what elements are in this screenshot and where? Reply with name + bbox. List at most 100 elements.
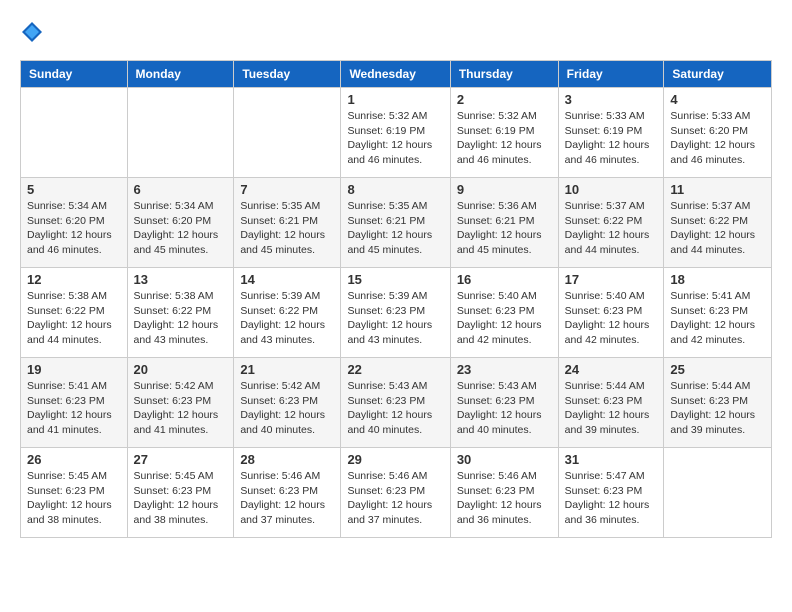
day-info: Sunrise: 5:44 AM Sunset: 6:23 PM Dayligh… <box>670 379 765 438</box>
day-info: Sunrise: 5:36 AM Sunset: 6:21 PM Dayligh… <box>457 199 552 258</box>
calendar-table: SundayMondayTuesdayWednesdayThursdayFrid… <box>20 60 772 538</box>
calendar-cell: 28Sunrise: 5:46 AM Sunset: 6:23 PM Dayli… <box>234 448 341 538</box>
day-info: Sunrise: 5:34 AM Sunset: 6:20 PM Dayligh… <box>27 199 121 258</box>
day-info: Sunrise: 5:34 AM Sunset: 6:20 PM Dayligh… <box>134 199 228 258</box>
day-info: Sunrise: 5:37 AM Sunset: 6:22 PM Dayligh… <box>565 199 658 258</box>
calendar-cell: 18 Sunrise: 5:41 AM Sunset: 6:23 PM Dayli… <box>664 268 772 358</box>
day-info: Sunrise: 5:42 AM Sunset: 6:23 PM Dayligh… <box>134 379 228 438</box>
day-info: Sunrise: 5:43 AM Sunset: 6:23 PM Dayligh… <box>457 379 552 438</box>
calendar-cell: 22 Sunrise: 5:43 AM Sunset: 6:23 PM Dayli… <box>341 358 450 448</box>
day-info: Sunrise: 5:47 AM Sunset: 6:23 PM Dayligh… <box>565 469 658 528</box>
calendar-week-4: 19 Sunrise: 5:41 AM Sunset: 6:23 PM Dayli… <box>21 358 772 448</box>
day-number: 22 <box>347 362 443 377</box>
day-info: Sunrise: 5:33 AM Sunset: 6:19 PM Dayligh… <box>565 109 658 168</box>
day-info: Sunrise: 5:33 AM Sunset: 6:20 PM Dayligh… <box>670 109 765 168</box>
day-number: 4 <box>670 92 765 107</box>
calendar-cell: 6Sunrise: 5:34 AM Sunset: 6:20 PM Daylig… <box>127 178 234 268</box>
day-info: Sunrise: 5:32 AM Sunset: 6:19 PM Dayligh… <box>457 109 552 168</box>
day-info: Sunrise: 5:39 AM Sunset: 6:23 PM Dayligh… <box>347 289 443 348</box>
calendar-cell: 17 Sunrise: 5:40 AM Sunset: 6:23 PM Dayli… <box>558 268 664 358</box>
calendar-cell <box>21 88 128 178</box>
calendar-cell: 25 Sunrise: 5:44 AM Sunset: 6:23 PM Dayli… <box>664 358 772 448</box>
day-number: 30 <box>457 452 552 467</box>
day-info: Sunrise: 5:45 AM Sunset: 6:23 PM Dayligh… <box>27 469 121 528</box>
calendar-cell: 2Sunrise: 5:32 AM Sunset: 6:19 PM Daylig… <box>450 88 558 178</box>
calendar-cell: 11Sunrise: 5:37 AM Sunset: 6:22 PM Dayli… <box>664 178 772 268</box>
day-number: 20 <box>134 362 228 377</box>
day-number: 5 <box>27 182 121 197</box>
day-number: 8 <box>347 182 443 197</box>
day-info: Sunrise: 5:32 AM Sunset: 6:19 PM Dayligh… <box>347 109 443 168</box>
day-number: 13 <box>134 272 228 287</box>
day-number: 1 <box>347 92 443 107</box>
day-number: 27 <box>134 452 228 467</box>
calendar-cell: 7 Sunrise: 5:35 AM Sunset: 6:21 PM Daylig… <box>234 178 341 268</box>
day-number: 25 <box>670 362 765 377</box>
calendar-cell: 15 Sunrise: 5:39 AM Sunset: 6:23 PM Dayli… <box>341 268 450 358</box>
day-info: Sunrise: 5:46 AM Sunset: 6:23 PM Dayligh… <box>240 469 334 528</box>
day-number: 19 <box>27 362 121 377</box>
day-info: Sunrise: 5:35 AM Sunset: 6:21 PM Dayligh… <box>347 199 443 258</box>
day-number: 10 <box>565 182 658 197</box>
day-info: Sunrise: 5:41 AM Sunset: 6:23 PM Dayligh… <box>27 379 121 438</box>
day-number: 9 <box>457 182 552 197</box>
weekday-header-saturday: Saturday <box>664 61 772 88</box>
weekday-header-friday: Friday <box>558 61 664 88</box>
day-number: 3 <box>565 92 658 107</box>
weekday-header-tuesday: Tuesday <box>234 61 341 88</box>
day-number: 31 <box>565 452 658 467</box>
day-number: 12 <box>27 272 121 287</box>
day-info: Sunrise: 5:43 AM Sunset: 6:23 PM Dayligh… <box>347 379 443 438</box>
calendar-cell: 12Sunrise: 5:38 AM Sunset: 6:22 PM Dayli… <box>21 268 128 358</box>
calendar-cell: 13 Sunrise: 5:38 AM Sunset: 6:22 PM Dayli… <box>127 268 234 358</box>
calendar-cell: 14Sunrise: 5:39 AM Sunset: 6:22 PM Dayli… <box>234 268 341 358</box>
calendar-cell: 19 Sunrise: 5:41 AM Sunset: 6:23 PM Dayli… <box>21 358 128 448</box>
day-number: 21 <box>240 362 334 377</box>
day-number: 29 <box>347 452 443 467</box>
calendar-week-5: 26 Sunrise: 5:45 AM Sunset: 6:23 PM Dayli… <box>21 448 772 538</box>
calendar-cell: 9 Sunrise: 5:36 AM Sunset: 6:21 PM Daylig… <box>450 178 558 268</box>
weekday-header-sunday: Sunday <box>21 61 128 88</box>
calendar-cell <box>664 448 772 538</box>
day-info: Sunrise: 5:38 AM Sunset: 6:22 PM Dayligh… <box>134 289 228 348</box>
weekday-header-monday: Monday <box>127 61 234 88</box>
day-info: Sunrise: 5:45 AM Sunset: 6:23 PM Dayligh… <box>134 469 228 528</box>
day-info: Sunrise: 5:40 AM Sunset: 6:23 PM Dayligh… <box>457 289 552 348</box>
day-info: Sunrise: 5:37 AM Sunset: 6:22 PM Dayligh… <box>670 199 765 258</box>
calendar-cell: 3 Sunrise: 5:33 AM Sunset: 6:19 PM Daylig… <box>558 88 664 178</box>
logo-icon <box>20 20 44 44</box>
calendar-week-2: 5 Sunrise: 5:34 AM Sunset: 6:20 PM Daylig… <box>21 178 772 268</box>
day-number: 26 <box>27 452 121 467</box>
calendar-week-1: 1 Sunrise: 5:32 AM Sunset: 6:19 PM Daylig… <box>21 88 772 178</box>
calendar-cell: 20 Sunrise: 5:42 AM Sunset: 6:23 PM Dayli… <box>127 358 234 448</box>
calendar-cell: 16Sunrise: 5:40 AM Sunset: 6:23 PM Dayli… <box>450 268 558 358</box>
day-number: 15 <box>347 272 443 287</box>
day-info: Sunrise: 5:41 AM Sunset: 6:23 PM Dayligh… <box>670 289 765 348</box>
calendar-cell: 10 Sunrise: 5:37 AM Sunset: 6:22 PM Dayli… <box>558 178 664 268</box>
calendar-cell: 26 Sunrise: 5:45 AM Sunset: 6:23 PM Dayli… <box>21 448 128 538</box>
day-info: Sunrise: 5:40 AM Sunset: 6:23 PM Dayligh… <box>565 289 658 348</box>
day-number: 23 <box>457 362 552 377</box>
calendar-cell: 29 Sunrise: 5:46 AM Sunset: 6:23 PM Dayli… <box>341 448 450 538</box>
calendar-header-row: SundayMondayTuesdayWednesdayThursdayFrid… <box>21 61 772 88</box>
calendar-week-3: 12 Sunrise: 5:38 AM Sunset: 6:22 PM Dayli… <box>21 268 772 358</box>
logo <box>20 20 48 44</box>
day-info: Sunrise: 5:46 AM Sunset: 6:23 PM Dayligh… <box>347 469 443 528</box>
day-number: 24 <box>565 362 658 377</box>
calendar-cell: 4 Sunrise: 5:33 AM Sunset: 6:20 PM Daylig… <box>664 88 772 178</box>
day-number: 17 <box>565 272 658 287</box>
day-number: 18 <box>670 272 765 287</box>
calendar-cell: 1 Sunrise: 5:32 AM Sunset: 6:19 PM Daylig… <box>341 88 450 178</box>
calendar-cell <box>234 88 341 178</box>
page-header <box>20 20 772 44</box>
day-info: Sunrise: 5:46 AM Sunset: 6:23 PM Dayligh… <box>457 469 552 528</box>
calendar-cell: 5 Sunrise: 5:34 AM Sunset: 6:20 PM Daylig… <box>21 178 128 268</box>
day-info: Sunrise: 5:44 AM Sunset: 6:23 PM Dayligh… <box>565 379 658 438</box>
calendar-cell: 21 Sunrise: 5:42 AM Sunset: 6:23 PM Dayli… <box>234 358 341 448</box>
day-info: Sunrise: 5:42 AM Sunset: 6:23 PM Dayligh… <box>240 379 334 438</box>
day-number: 7 <box>240 182 334 197</box>
day-info: Sunrise: 5:35 AM Sunset: 6:21 PM Dayligh… <box>240 199 334 258</box>
calendar-cell <box>127 88 234 178</box>
calendar-cell: 31 Sunrise: 5:47 AM Sunset: 6:23 PM Dayli… <box>558 448 664 538</box>
calendar-cell: 24 Sunrise: 5:44 AM Sunset: 6:23 PM Dayli… <box>558 358 664 448</box>
